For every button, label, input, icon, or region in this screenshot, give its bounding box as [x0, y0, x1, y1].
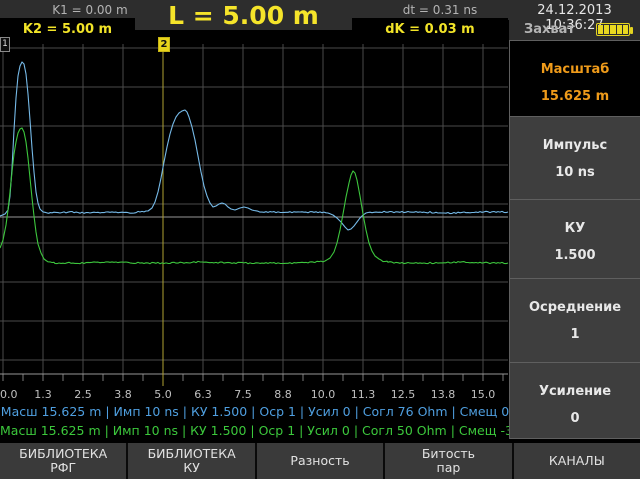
- sidebar-panel-3[interactable]: КУ1.500: [510, 200, 640, 279]
- panel-value: 0: [510, 399, 640, 426]
- x-tick-label: 11.3: [347, 388, 379, 401]
- battery-nub: [630, 27, 633, 34]
- x-tick-label: 1.3: [27, 388, 59, 401]
- dt-readout: dt = 0.31 ns: [370, 3, 510, 17]
- x-tick-label: 3.8: [107, 388, 139, 401]
- panel-value: 1.500: [510, 236, 640, 263]
- battery-segment: [623, 25, 628, 34]
- battery-segment: [604, 25, 609, 34]
- battery-segment: [598, 25, 603, 34]
- x-tick-label: 12.5: [387, 388, 419, 401]
- cursor-marker-1[interactable]: 1: [0, 37, 10, 52]
- channel-2-status: Масш 15.625 m | Имп 10 ns | КУ 1.500 | О…: [0, 421, 510, 440]
- x-tick-label: 6.3: [187, 388, 219, 401]
- k2-readout: K2 = 5.00 m: [0, 18, 135, 40]
- battery-segment: [617, 25, 622, 34]
- sidebar-panel-1[interactable]: Масштаб15.625 m: [510, 41, 640, 117]
- panel-label: Осреднение: [510, 279, 640, 315]
- x-tick-label: 7.5: [227, 388, 259, 401]
- battery-icon: [596, 23, 630, 36]
- x-tick-label: 10.0: [307, 388, 339, 401]
- sidebar-panel-5[interactable]: Усиление0: [510, 363, 640, 439]
- panel-value: 10 ns: [510, 153, 640, 180]
- sidebar-panel-4[interactable]: Осреднение1: [510, 279, 640, 363]
- x-tick-label: 13.8: [427, 388, 459, 401]
- panel-value: 1: [510, 315, 640, 342]
- channel-1-status: Масш 15.625 m | Имп 10 ns | КУ 1.500 | О…: [0, 402, 510, 421]
- softkey-5[interactable]: КАНАЛЫ: [512, 443, 640, 479]
- settings-sidebar: Масштаб15.625 mИмпульс10 nsКУ1.500Осредн…: [509, 40, 640, 439]
- softkey-4[interactable]: Битость пар: [383, 443, 511, 479]
- capture-mode-label: Захват: [512, 22, 587, 37]
- panel-value: 15.625 m: [510, 77, 640, 104]
- panel-label: Масштаб: [510, 41, 640, 77]
- x-tick-label: 5.0: [147, 388, 179, 401]
- panel-label: КУ: [510, 200, 640, 236]
- battery-segment: [610, 25, 615, 34]
- dk-readout: dK = 0.03 m: [352, 18, 508, 40]
- length-readout: L = 5.00 m: [135, 0, 352, 30]
- x-tick-label: 8.8: [267, 388, 299, 401]
- instrument-screen: K1 = 0.00 m dt = 0.31 ns L = 5.00 m K2 =…: [0, 0, 640, 479]
- channel-status-lines: Масш 15.625 m | Имп 10 ns | КУ 1.500 | О…: [0, 402, 510, 441]
- sidebar-panel-2[interactable]: Импульс10 ns: [510, 117, 640, 200]
- softkey-1[interactable]: БИБЛИОТЕКА РФГ: [0, 443, 126, 479]
- x-tick-label: 15.0: [467, 388, 499, 401]
- panel-label: Импульс: [510, 117, 640, 153]
- waveform-plot[interactable]: [0, 38, 510, 402]
- softkey-2[interactable]: БИБЛИОТЕКА КУ: [126, 443, 254, 479]
- softkey-bar: БИБЛИОТЕКА РФГБИБЛИОТЕКА КУРазностьБитос…: [0, 441, 640, 479]
- softkey-3[interactable]: Разность: [255, 443, 383, 479]
- x-tick-label: 2.5: [67, 388, 99, 401]
- panel-label: Усиление: [510, 363, 640, 399]
- cursor-marker-2[interactable]: 2: [158, 37, 170, 52]
